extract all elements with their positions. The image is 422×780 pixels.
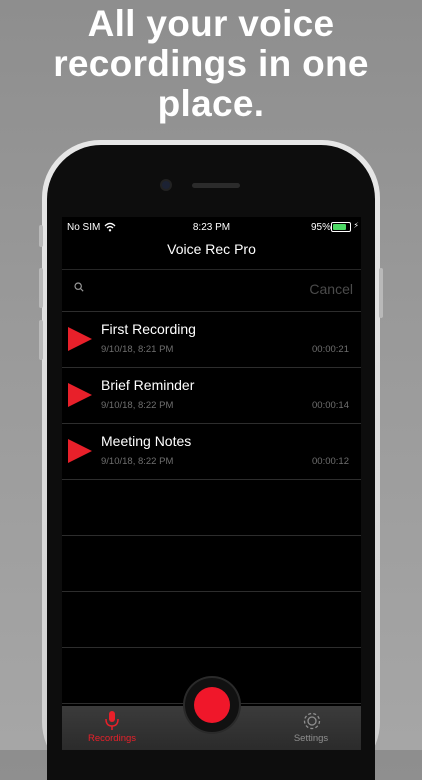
promo-headline: All your voice recordings in one place.	[0, 4, 422, 124]
list-item[interactable]: Meeting Notes 9/10/18, 8:22 PM 00:00:12	[62, 423, 361, 479]
status-bar: No SIM 8:23 PM 95% ⚡	[62, 217, 361, 237]
list-item[interactable]: Brief Reminder 9/10/18, 8:22 PM 00:00:14	[62, 367, 361, 423]
list-item[interactable]: First Recording 9/10/18, 8:21 PM 00:00:2…	[62, 311, 361, 367]
recordings-list: First Recording 9/10/18, 8:21 PM 00:00:2…	[62, 311, 361, 704]
tab-recordings-label: Recordings	[87, 733, 137, 744]
recording-title: First Recording	[101, 321, 196, 337]
record-button[interactable]	[185, 678, 239, 732]
headline-line-3: place.	[157, 83, 265, 124]
headline-line-2: recordings in one	[53, 43, 369, 84]
headline-line-1: All your voice	[87, 3, 335, 44]
search-icon	[74, 282, 84, 292]
battery-icon	[331, 222, 351, 232]
record-icon	[194, 687, 230, 723]
recording-title: Brief Reminder	[101, 377, 195, 393]
empty-row	[62, 535, 361, 591]
gear-icon	[303, 712, 321, 730]
mic-icon	[105, 711, 119, 730]
tab-settings-label: Settings	[293, 733, 329, 744]
play-icon[interactable]	[68, 383, 92, 407]
nav-title: Voice Rec Pro	[167, 241, 256, 257]
charging-bolt-icon: ⚡	[353, 221, 359, 230]
recording-date: 9/10/18, 8:22 PM	[101, 456, 174, 467]
recording-duration: 00:00:12	[312, 456, 349, 467]
empty-row	[62, 591, 361, 647]
cancel-button[interactable]: Cancel	[309, 281, 353, 297]
recording-duration: 00:00:21	[312, 344, 349, 355]
tab-settings[interactable]: Settings	[261, 706, 361, 750]
app-screen: No SIM 8:23 PM 95% ⚡ Voice Rec Pro Cance…	[62, 217, 361, 750]
volume-down-button	[39, 320, 43, 360]
mute-switch	[39, 225, 43, 247]
play-icon[interactable]	[68, 439, 92, 463]
recording-title: Meeting Notes	[101, 433, 192, 449]
recording-date: 9/10/18, 8:22 PM	[101, 400, 174, 411]
power-button	[379, 268, 383, 318]
recording-date: 9/10/18, 8:21 PM	[101, 344, 174, 355]
earpiece-speaker	[192, 183, 240, 188]
battery-percent: 95%	[310, 222, 331, 233]
volume-up-button	[39, 268, 43, 308]
search-bar[interactable]: Cancel	[62, 269, 361, 312]
recording-duration: 00:00:14	[312, 400, 349, 411]
empty-row	[62, 479, 361, 535]
play-icon[interactable]	[68, 327, 92, 351]
tab-recordings[interactable]: Recordings	[62, 706, 162, 750]
front-camera	[162, 181, 170, 189]
